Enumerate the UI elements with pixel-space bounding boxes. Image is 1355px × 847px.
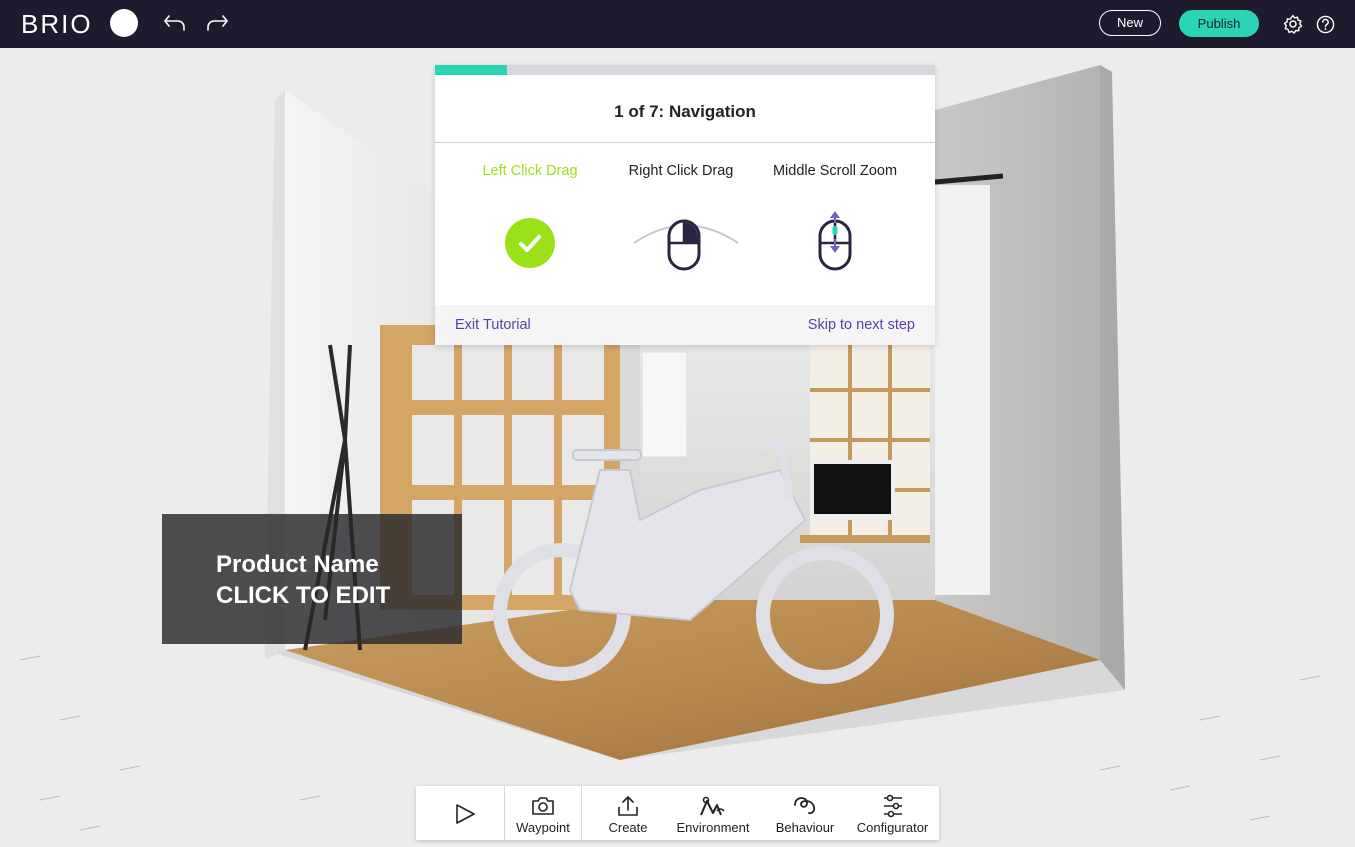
behaviour-button[interactable]: Behaviour bbox=[771, 786, 839, 840]
tutorial-footer: Exit Tutorial Skip to next step bbox=[435, 305, 935, 345]
top-bar: BRIO New Publish bbox=[0, 0, 1355, 48]
check-circle-icon bbox=[505, 218, 555, 268]
publish-button[interactable]: Publish bbox=[1179, 10, 1259, 37]
skip-next-step-link[interactable]: Skip to next step bbox=[808, 317, 915, 333]
tutorial-panel: 1 of 7: Navigation Left Click Drag Right… bbox=[435, 65, 935, 345]
tutorial-progress-bar bbox=[435, 65, 935, 75]
gear-icon[interactable] bbox=[1283, 14, 1303, 34]
undo-icon[interactable] bbox=[163, 12, 187, 34]
tutorial-divider bbox=[435, 142, 935, 143]
waypoint-label: Waypoint bbox=[516, 820, 570, 835]
bottom-toolbar: Waypoint Create Environment Behaviour Co… bbox=[416, 786, 939, 840]
mouse-right-click-icon bbox=[633, 219, 739, 271]
help-icon[interactable] bbox=[1316, 15, 1335, 34]
product-name-text: Product Name bbox=[216, 551, 379, 578]
configurator-label: Configurator bbox=[856, 820, 929, 835]
tutorial-title: 1 of 7: Navigation bbox=[614, 102, 756, 121]
step-label-left-click: Left Click Drag bbox=[482, 163, 578, 179]
upload-icon bbox=[618, 796, 638, 816]
product-name-label[interactable]: Product Name CLICK TO EDIT bbox=[162, 514, 462, 644]
color-picker-dot[interactable] bbox=[110, 9, 138, 37]
step-label-scroll-zoom: Middle Scroll Zoom bbox=[772, 163, 898, 179]
behaviour-label: Behaviour bbox=[775, 820, 835, 835]
play-icon bbox=[456, 804, 475, 824]
waypoint-button[interactable]: Waypoint bbox=[505, 786, 581, 840]
environment-label: Environment bbox=[676, 820, 750, 835]
environment-button[interactable]: Environment bbox=[674, 786, 752, 840]
redo-icon[interactable] bbox=[205, 12, 229, 34]
sliders-icon bbox=[884, 794, 902, 818]
behaviour-icon bbox=[794, 797, 816, 815]
tutorial-progress-fill bbox=[435, 65, 507, 75]
environment-icon bbox=[700, 796, 725, 816]
configurator-button[interactable]: Configurator bbox=[846, 786, 939, 840]
product-edit-hint: CLICK TO EDIT bbox=[216, 582, 391, 609]
camera-icon bbox=[532, 797, 554, 815]
brio-logo: BRIO bbox=[21, 9, 93, 39]
mouse-scroll-icon bbox=[818, 211, 852, 271]
play-button[interactable] bbox=[416, 786, 504, 840]
exit-tutorial-link[interactable]: Exit Tutorial bbox=[455, 317, 531, 333]
create-button[interactable]: Create bbox=[582, 786, 674, 840]
new-button[interactable]: New bbox=[1099, 10, 1161, 36]
step-label-right-click: Right Click Drag bbox=[628, 163, 734, 179]
create-label: Create bbox=[608, 820, 648, 835]
